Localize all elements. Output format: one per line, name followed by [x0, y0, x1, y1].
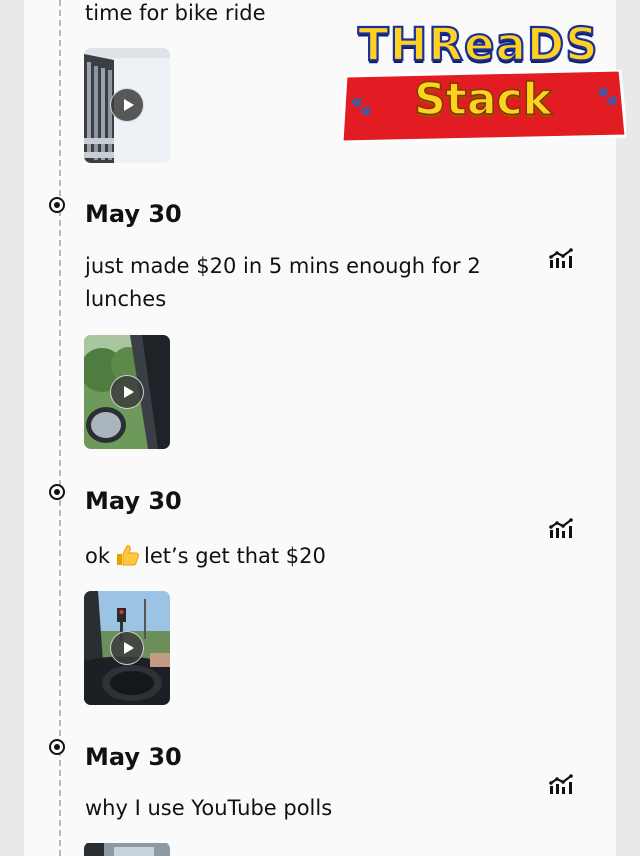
post-date: May 30: [85, 743, 182, 771]
analytics-icon[interactable]: [549, 248, 575, 268]
play-icon[interactable]: [110, 375, 144, 409]
paw-icon: 🐾: [350, 96, 373, 117]
play-icon[interactable]: [110, 631, 144, 665]
video-frame-partial: [84, 843, 170, 856]
video-thumbnail[interactable]: [84, 48, 170, 163]
logo-subtitle: Stack: [413, 74, 552, 125]
radio-dot-icon: [49, 484, 65, 500]
logo-title: THReaDS: [357, 18, 599, 71]
paw-icon: 🐾: [596, 86, 619, 107]
post-text-before: ok: [85, 544, 111, 568]
radio-dot-icon: [49, 197, 65, 213]
timeline-line: [59, 0, 61, 856]
analytics-icon[interactable]: [549, 774, 575, 794]
threads-stack-logo: THReaDS Stack 🐾 🐾: [338, 14, 630, 154]
post-text: just made $20 in 5 mins enough for 2 lun…: [85, 254, 481, 311]
post-text: why I use YouTube polls: [85, 796, 333, 820]
post-date: May 30: [85, 200, 182, 228]
video-thumbnail[interactable]: [84, 335, 170, 449]
post-date: May 30: [85, 487, 182, 515]
radio-dot-icon: [49, 739, 65, 755]
thumbs-up-emoji-icon: [117, 545, 139, 566]
analytics-icon[interactable]: [549, 518, 575, 538]
post-text-after: let’s get that $20: [144, 544, 326, 568]
video-thumbnail[interactable]: [84, 842, 170, 856]
play-icon[interactable]: [110, 88, 144, 122]
post-text: ok let’s get that $20: [85, 540, 505, 573]
video-thumbnail[interactable]: [84, 591, 170, 705]
